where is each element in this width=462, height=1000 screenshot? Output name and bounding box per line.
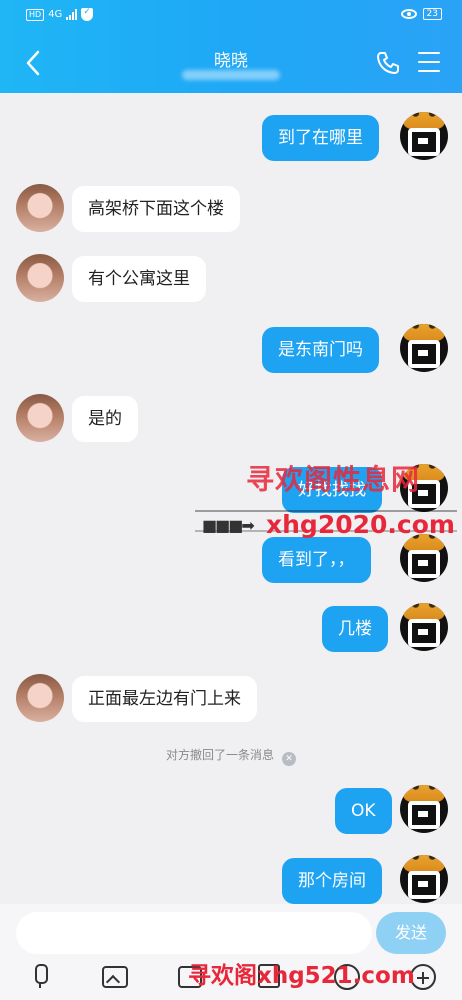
message-bubble-outgoing[interactable]: 那个房间 (282, 858, 382, 904)
my-avatar[interactable] (400, 855, 448, 903)
recall-notice: 对方撤回了一条消息 ✕ (0, 746, 462, 766)
status-bar: HD 4G 23 (26, 7, 442, 28)
my-avatar[interactable] (400, 603, 448, 651)
my-avatar[interactable] (400, 785, 448, 833)
message-bubble-outgoing[interactable]: OK (335, 788, 392, 834)
contact-avatar[interactable] (16, 254, 64, 302)
menu-line (418, 52, 440, 54)
message-bubble-outgoing[interactable]: 到了在哪里 (262, 115, 379, 161)
menu-line (418, 61, 440, 63)
contact-avatar[interactable] (16, 394, 64, 442)
chat-header: HD 4G 23 晓晓 (0, 0, 462, 93)
shield-icon (81, 7, 94, 21)
phone-icon (377, 52, 399, 74)
message-input[interactable] (16, 912, 372, 954)
message-bubble-outgoing[interactable]: 几楼 (322, 606, 388, 652)
message-bubble-incoming[interactable]: 正面最左边有门上来 (72, 676, 257, 722)
signal-icon (66, 9, 78, 20)
my-avatar[interactable] (400, 112, 448, 160)
contact-avatar[interactable] (16, 674, 64, 722)
message-bubble-incoming[interactable]: 高架桥下面这个楼 (72, 186, 240, 232)
arrow-right-icon: ■■■➡ (202, 516, 255, 535)
message-bubble-outgoing[interactable]: 看到了，， (262, 537, 371, 583)
call-button[interactable] (375, 50, 401, 76)
watermark-top: 寻欢阁性息网 (246, 463, 421, 496)
watermark-bottom: 寻欢阁xhg521.com (188, 963, 415, 989)
message-bubble-incoming[interactable]: 有个公寓这里 (72, 256, 206, 302)
recall-notice-text: 对方撤回了一条消息 (165, 748, 274, 762)
menu-button[interactable] (418, 52, 440, 74)
image-icon[interactable] (102, 966, 128, 988)
blurred-subtitle (182, 70, 280, 80)
my-avatar[interactable] (400, 534, 448, 582)
message-bubble-outgoing[interactable]: 是东南门吗 (262, 327, 379, 373)
my-avatar[interactable] (400, 324, 448, 372)
network-label: 4G (48, 9, 63, 20)
close-icon[interactable]: ✕ (282, 752, 296, 766)
contact-avatar[interactable] (16, 184, 64, 232)
hd-badge: HD (26, 8, 45, 21)
watermark-middle: xhg2020.com (266, 510, 455, 539)
eye-icon (400, 9, 417, 19)
message-bubble-incoming[interactable]: 是的 (72, 396, 138, 442)
menu-line (418, 70, 440, 72)
send-button[interactable]: 发送 (376, 912, 446, 954)
mic-icon[interactable] (26, 962, 54, 990)
battery-icon: 23 (422, 8, 442, 20)
